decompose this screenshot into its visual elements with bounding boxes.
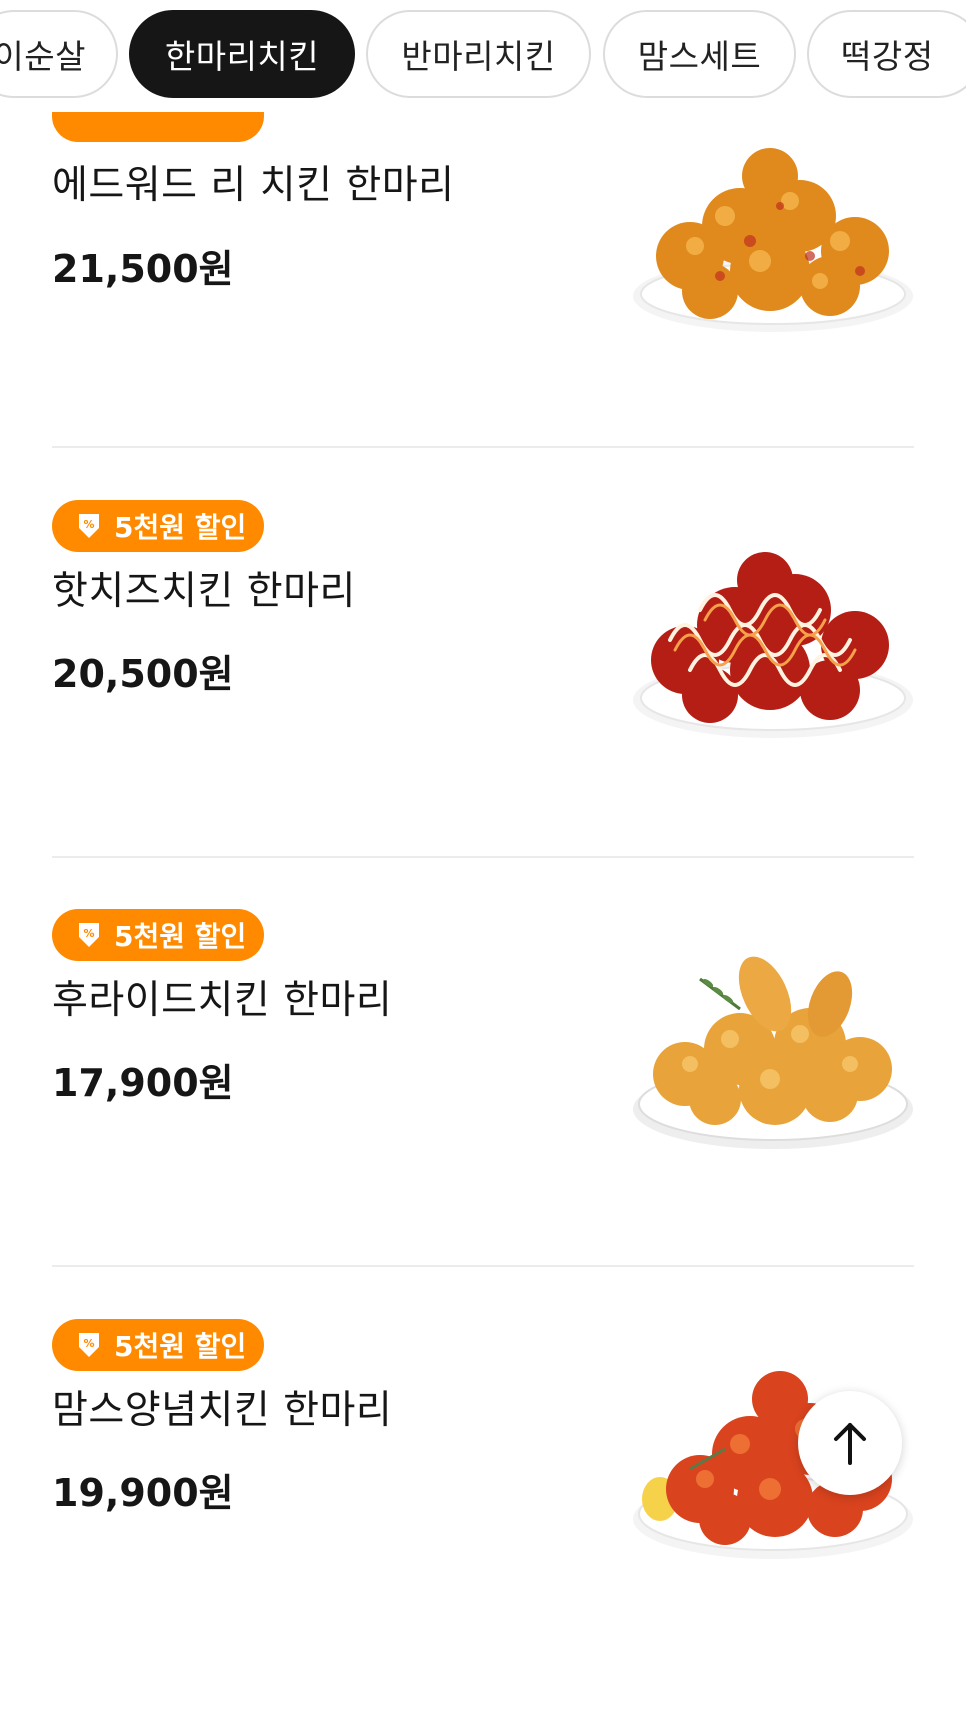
discount-badge: % 5천원 할인 — [52, 500, 264, 552]
svg-text:%: % — [83, 927, 94, 940]
menu-item-fried-chicken[interactable]: % 5천원 할인 후라이드치킨 한마리 17,900원 — [0, 909, 966, 1318]
chicken-photo — [633, 956, 913, 1149]
menu-item-moms-yangnyeom-chicken[interactable]: % 5천원 할인 맘스양념치킨 한마리 19,900원 — [0, 1319, 966, 1728]
menu-item-name: 에드워드 리 치킨 한마리 — [52, 163, 455, 208]
tab-whole-chicken[interactable]: 한마리치킨 — [129, 10, 355, 98]
menu-item-name: 후라이드치킨 한마리 — [52, 978, 393, 1023]
chicken-photo — [633, 552, 913, 738]
tab-half-chicken[interactable]: 반마리치킨 — [366, 10, 591, 98]
category-tab-bar: 이순살 한마리치킨 반마리치킨 맘스세트 떡강정 — [0, 0, 966, 112]
chicken-photo — [633, 148, 913, 332]
item-divider — [52, 446, 914, 448]
coupon-download-icon: % — [79, 514, 99, 538]
discount-badge: % 5천원 할인 — [52, 909, 264, 961]
discount-badge-partial — [52, 112, 264, 140]
svg-text:%: % — [83, 1337, 94, 1350]
tab-tteokgangjeong[interactable]: 떡강정 — [807, 10, 966, 98]
menu-item-price: 17,900원 — [52, 1061, 234, 1105]
menu-item-name: 맘스양념치킨 한마리 — [52, 1388, 393, 1433]
menu-item-name: 핫치즈치킨 한마리 — [52, 569, 356, 614]
discount-badge-label: 5천원 할인 — [114, 1330, 247, 1363]
discount-badge: % 5천원 할인 — [52, 1319, 264, 1371]
arrow-up-icon — [834, 1423, 866, 1465]
tab-boneless[interactable]: 이순살 — [0, 10, 118, 98]
svg-text:%: % — [83, 518, 94, 531]
tab-moms-set[interactable]: 맘스세트 — [603, 10, 796, 98]
discount-badge-label: 5천원 할인 — [114, 511, 247, 544]
menu-item-edward-lee-chicken[interactable]: 에드워드 리 치킨 한마리 21,500원 — [0, 90, 966, 499]
menu-item-price: 19,900원 — [52, 1471, 234, 1515]
discount-badge-label: 5천원 할인 — [114, 920, 247, 953]
coupon-download-icon: % — [79, 1333, 99, 1357]
menu-list: 에드워드 리 치킨 한마리 21,500원 % 5천원 할인 핫치즈치킨 한마리… — [0, 0, 966, 1559]
coupon-download-icon: % — [79, 923, 99, 947]
menu-item-price: 21,500원 — [52, 247, 234, 291]
item-divider — [52, 1265, 914, 1267]
menu-item-price: 20,500원 — [52, 652, 234, 696]
item-divider — [52, 856, 914, 858]
menu-item-hot-cheese-chicken[interactable]: % 5천원 할인 핫치즈치킨 한마리 20,500원 — [0, 500, 966, 909]
scroll-to-top-button[interactable] — [798, 1391, 902, 1495]
